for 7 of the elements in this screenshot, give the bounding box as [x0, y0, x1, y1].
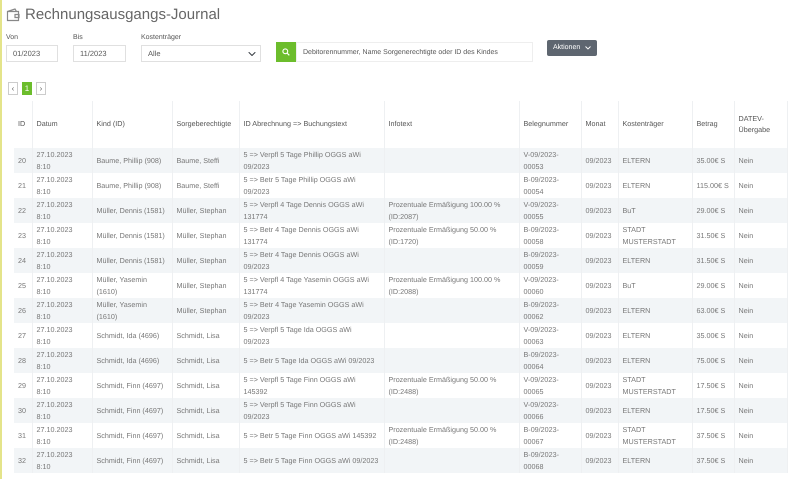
page-title: Rechnungsausgangs-Journal: [25, 5, 220, 25]
search-button[interactable]: [276, 42, 296, 62]
caret-icon: [585, 46, 592, 50]
previous-page-button[interactable]: ‹: [8, 82, 18, 95]
next-page-button[interactable]: ›: [36, 82, 46, 95]
wallet-icon: [6, 8, 21, 22]
search-icon: [282, 48, 290, 56]
